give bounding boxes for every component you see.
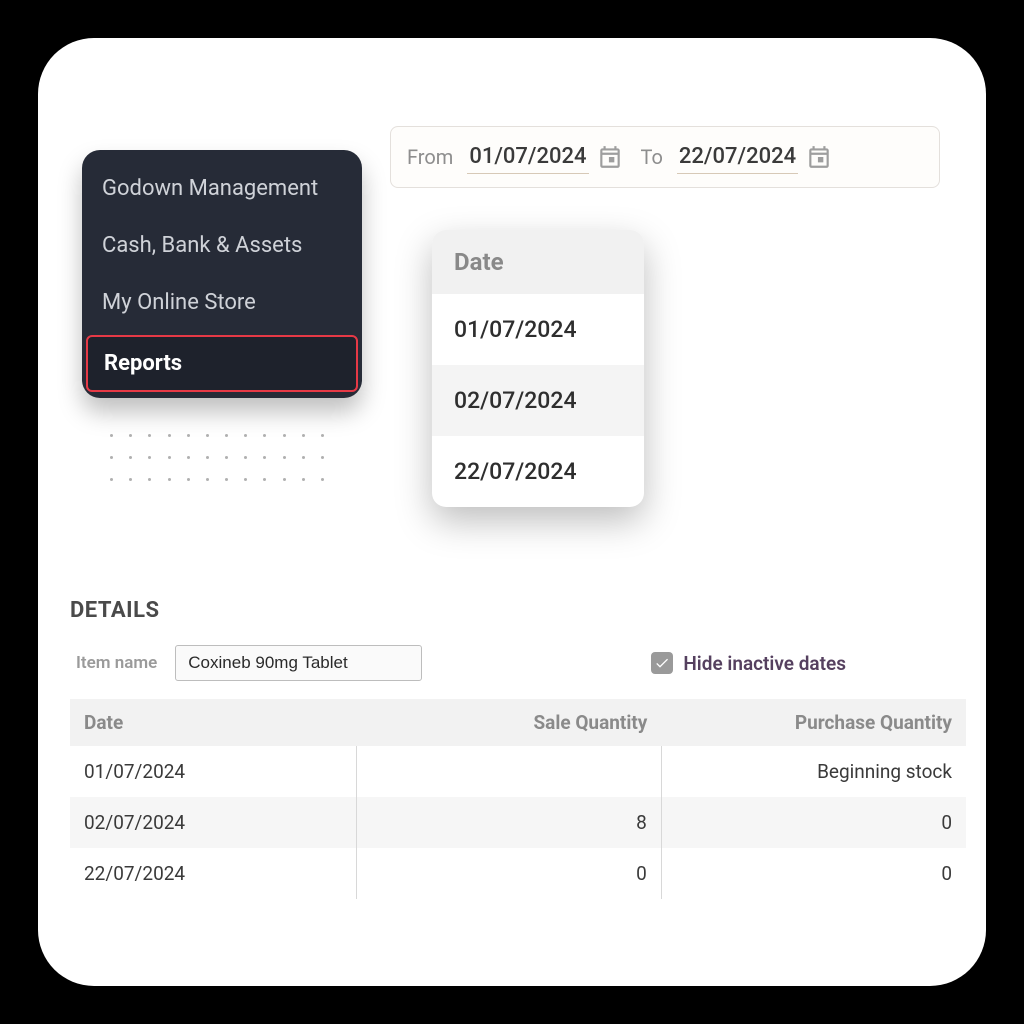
- sidebar-item-cash-bank-assets[interactable]: Cash, Bank & Assets: [82, 217, 362, 274]
- date-range-bar: From 01/07/2024 To 22/07/2024: [390, 126, 940, 188]
- sidebar: Godown Management Cash, Bank & Assets My…: [82, 150, 362, 398]
- cell-sale-quantity: [357, 746, 662, 797]
- date-list-popup: Date 01/07/2024 02/07/2024 22/07/2024: [432, 230, 644, 507]
- col-header-sale-quantity[interactable]: Sale Quantity: [357, 699, 662, 746]
- cell-date: 02/07/2024: [70, 797, 357, 848]
- cell-purchase-quantity: Beginning stock: [661, 746, 966, 797]
- cell-sale-quantity: 8: [357, 797, 662, 848]
- from-label: From: [407, 145, 453, 169]
- decorative-dot-grid: [110, 434, 330, 490]
- app-canvas: Godown Management Cash, Bank & Assets My…: [38, 38, 986, 986]
- cell-date: 22/07/2024: [70, 848, 357, 899]
- to-label: To: [641, 145, 663, 169]
- date-list-header: Date: [432, 230, 644, 294]
- table-header-row: Date Sale Quantity Purchase Quantity: [70, 699, 966, 746]
- details-table: Date Sale Quantity Purchase Quantity 01/…: [70, 699, 966, 899]
- item-name-input[interactable]: [175, 645, 422, 681]
- date-list-row[interactable]: 22/07/2024: [432, 436, 644, 507]
- table-row: 22/07/2024 0 0: [70, 848, 966, 899]
- cell-date: 01/07/2024: [70, 746, 357, 797]
- sidebar-item-godown-management[interactable]: Godown Management: [82, 160, 362, 217]
- cell-sale-quantity: 0: [357, 848, 662, 899]
- table-row: 01/07/2024 Beginning stock: [70, 746, 966, 797]
- to-date-value[interactable]: 22/07/2024: [677, 140, 798, 174]
- sidebar-item-reports[interactable]: Reports: [86, 335, 358, 392]
- calendar-icon[interactable]: [806, 144, 832, 170]
- cell-purchase-quantity: 0: [661, 797, 966, 848]
- item-name-label: Item name: [76, 653, 157, 673]
- details-section: DETAILS Item name Hide inactive dates Da…: [70, 598, 966, 899]
- sidebar-item-my-online-store[interactable]: My Online Store: [82, 274, 362, 331]
- cell-purchase-quantity: 0: [661, 848, 966, 899]
- calendar-icon[interactable]: [597, 144, 623, 170]
- table-row: 02/07/2024 8 0: [70, 797, 966, 848]
- date-list-row[interactable]: 02/07/2024: [432, 365, 644, 436]
- details-title: DETAILS: [70, 598, 966, 623]
- from-date-value[interactable]: 01/07/2024: [467, 140, 588, 174]
- col-header-date[interactable]: Date: [70, 699, 357, 746]
- date-list-row[interactable]: 01/07/2024: [432, 294, 644, 365]
- hide-inactive-label: Hide inactive dates: [683, 652, 846, 675]
- checkbox-icon: [651, 652, 673, 674]
- details-filter-row: Item name Hide inactive dates: [70, 645, 966, 681]
- col-header-purchase-quantity[interactable]: Purchase Quantity: [661, 699, 966, 746]
- hide-inactive-wrapper[interactable]: Hide inactive dates: [651, 652, 846, 675]
